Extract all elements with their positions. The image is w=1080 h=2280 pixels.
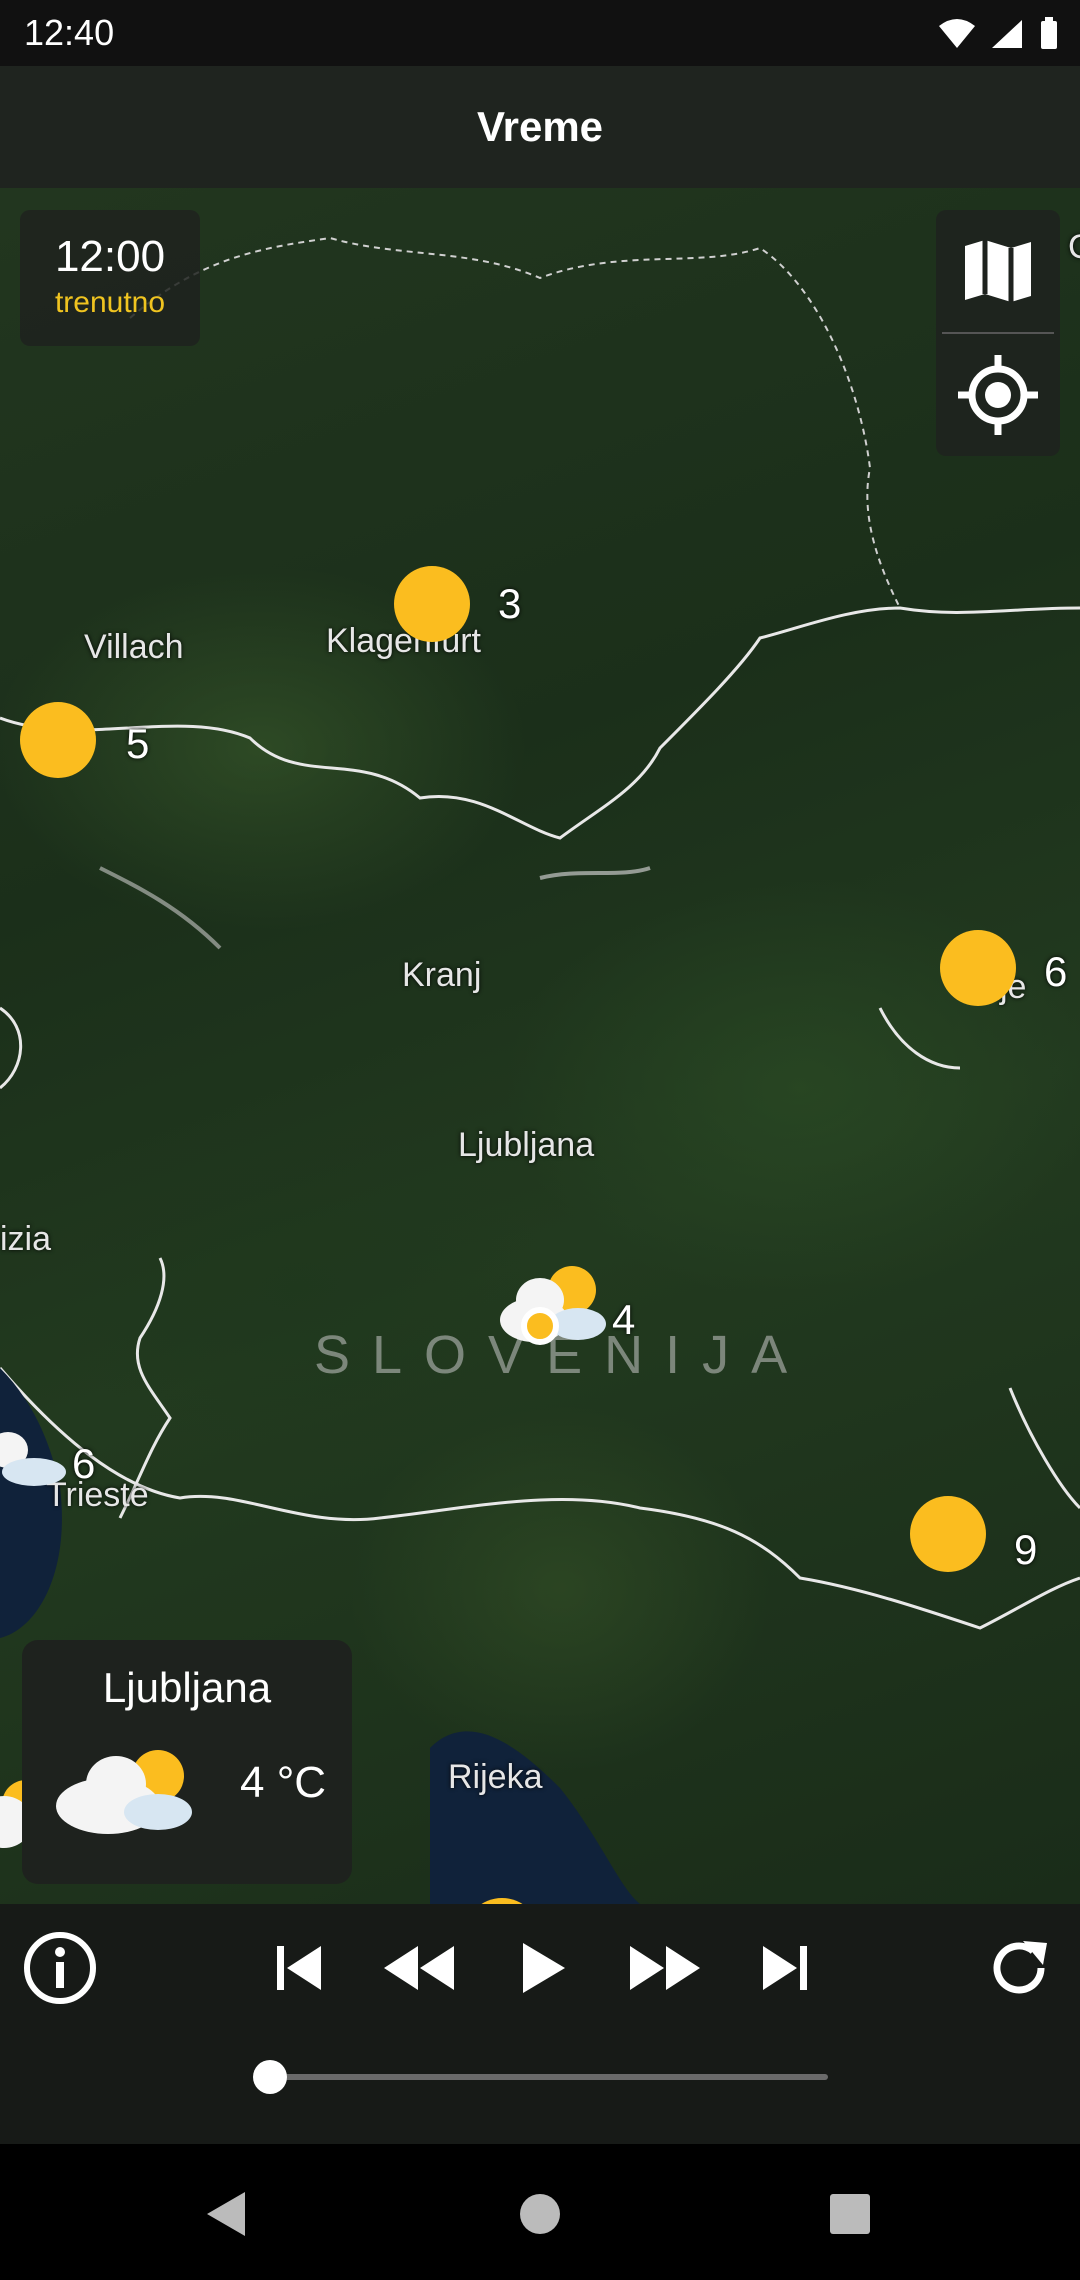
page-title: Vreme (476, 103, 604, 150)
weather-value: 3 (498, 580, 522, 627)
battery-icon (1041, 17, 1057, 49)
place-ljubljana: Ljubljana (458, 1126, 595, 1164)
place-kranj: Kranj (402, 956, 482, 994)
weather-value: 9 (1014, 1526, 1038, 1573)
back-icon (207, 2192, 245, 2236)
location-icon (958, 355, 1038, 435)
sun-icon (20, 702, 96, 778)
refresh-button[interactable] (980, 1928, 1060, 2008)
sun-icon (940, 930, 1016, 1006)
status-icons (938, 14, 1060, 54)
weather-value: 5 (126, 720, 150, 767)
time-indicator: 12:00 trenutno (20, 210, 200, 346)
play-icon (523, 1943, 565, 1993)
map-layer-button[interactable] (936, 210, 1060, 332)
info-icon (24, 1932, 96, 2004)
app-bar: Vreme (0, 66, 1080, 188)
weather-value: 6 (1044, 948, 1068, 995)
wifi-icon (939, 19, 975, 48)
fast-forward-button[interactable] (622, 1928, 708, 2008)
city-temperature: 4 °C (240, 1758, 327, 1807)
skip-last-icon (763, 1946, 807, 1990)
weather-value: 4 (612, 1296, 636, 1343)
map-controls (936, 210, 1060, 456)
current-time: 12:00 (54, 232, 166, 281)
status-time: 12:40 (24, 12, 115, 53)
my-location-button[interactable] (936, 334, 1060, 456)
refresh-icon (993, 1941, 1047, 1994)
home-icon (520, 2194, 560, 2234)
home-button[interactable] (500, 2174, 580, 2254)
recents-icon (830, 2194, 870, 2234)
timeline-slider-thumb[interactable] (253, 2060, 287, 2094)
skip-first-button[interactable] (260, 1928, 340, 2008)
place-edge: C (1068, 228, 1080, 267)
rewind-button[interactable] (376, 1928, 462, 2008)
city-weather-card[interactable]: Ljubljana 4 °C (22, 1640, 352, 1884)
status-bar: 12:40 (0, 0, 1080, 66)
weather-marker-ljubljana[interactable]: 4 (484, 1262, 635, 1355)
system-nav-bar (0, 2144, 1080, 2280)
signal-icon (992, 20, 1022, 48)
timeline-track[interactable] (270, 2074, 828, 2080)
info-button[interactable] (20, 1928, 100, 2008)
fast-forward-icon (630, 1946, 700, 1990)
sun-icon (910, 1496, 986, 1572)
rewind-icon (384, 1946, 454, 1990)
cloud-icon (0, 1432, 66, 1486)
recents-button[interactable] (810, 2174, 890, 2254)
play-button[interactable] (504, 1928, 584, 2008)
skip-last-button[interactable] (744, 1928, 824, 2008)
skip-first-icon (277, 1946, 321, 1990)
partly-cloudy-icon (500, 1266, 606, 1345)
back-button[interactable] (186, 2174, 266, 2254)
partly-cloudy-icon (56, 1750, 192, 1834)
map-icon (965, 240, 1031, 302)
place-rijeka: Rijeka (448, 1758, 543, 1796)
current-label: trenutno (54, 286, 166, 319)
place-villach: Villach (84, 628, 184, 666)
playback-controls (0, 1904, 1080, 2144)
weather-value: 6 (72, 1440, 96, 1487)
sun-icon (394, 566, 470, 642)
city-name: Ljubljana (102, 1664, 272, 1711)
weather-marker-gorizia[interactable]: 6 (0, 1432, 95, 1493)
place-gorizia: izia (0, 1220, 52, 1258)
